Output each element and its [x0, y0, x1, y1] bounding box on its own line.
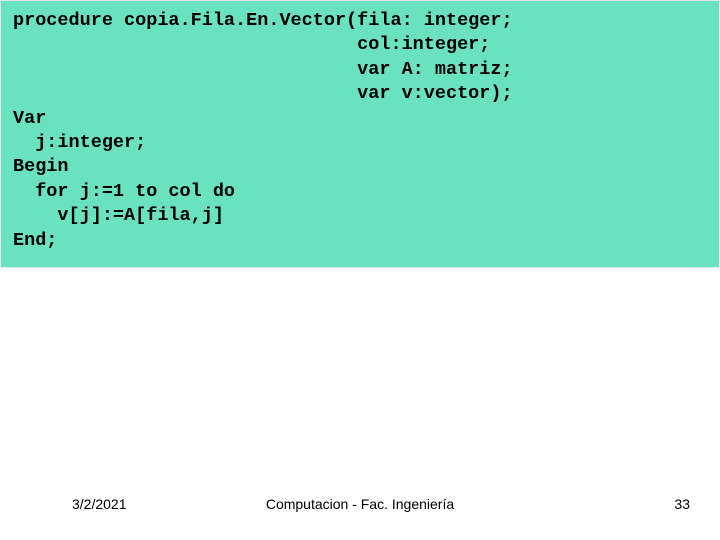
- code-line-1: procedure copia.Fila.En.Vector(fila: int…: [13, 9, 707, 33]
- code-line-3: var A: matriz;: [13, 58, 707, 82]
- code-block: procedure copia.Fila.En.Vector(fila: int…: [0, 0, 720, 268]
- code-line-2: col:integer;: [13, 33, 707, 57]
- slide-footer: 3/2/2021 Computacion - Fac. Ingeniería 3…: [0, 488, 720, 512]
- code-line-6: j:integer;: [13, 131, 707, 155]
- footer-page-number: 33: [674, 496, 690, 512]
- code-line-4: var v:vector);: [13, 82, 707, 106]
- code-line-5: Var: [13, 107, 707, 131]
- code-line-9: v[j]:=A[fila,j]: [13, 204, 707, 228]
- code-line-7: Begin: [13, 155, 707, 179]
- code-line-10: End;: [13, 229, 707, 253]
- code-line-8: for j:=1 to col do: [13, 180, 707, 204]
- footer-center-text: Computacion - Fac. Ingeniería: [0, 496, 720, 512]
